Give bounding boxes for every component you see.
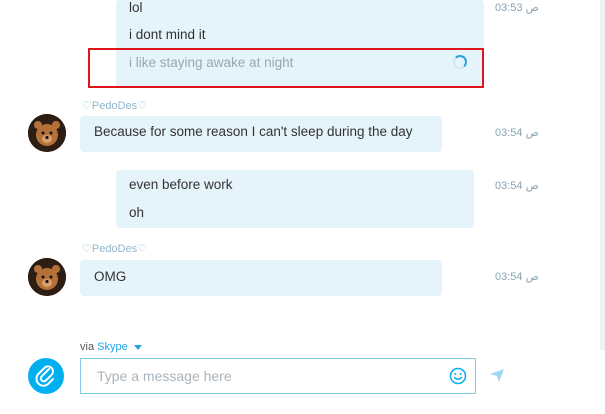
scrollbar[interactable] <box>600 0 605 350</box>
via-label: via <box>80 341 95 353</box>
message-text[interactable]: OMG <box>94 269 126 284</box>
send-icon <box>490 369 504 382</box>
paperclip-icon <box>35 365 54 387</box>
sender-name: ♡PedoDes♡ <box>82 100 147 112</box>
via-service-link[interactable]: Skype <box>97 341 128 353</box>
message-timestamp: 03:54 ص <box>495 127 539 139</box>
chevron-down-icon[interactable] <box>133 344 142 350</box>
message-timestamp: 03:54 ص <box>495 180 539 192</box>
incoming-message-bubble <box>80 260 442 296</box>
message-timestamp: 03:53 ص <box>495 2 539 14</box>
message-input-box[interactable] <box>80 358 476 394</box>
emoticon-button[interactable] <box>449 367 467 385</box>
message-text[interactable]: Because for some reason I can't sleep du… <box>94 124 413 139</box>
sender-name: ♡PedoDes♡ <box>82 243 147 255</box>
smiley-icon <box>449 367 467 385</box>
via-selector[interactable]: via Skype <box>80 341 142 353</box>
message-text[interactable]: oh <box>129 205 144 220</box>
message-text[interactable]: lol <box>129 0 143 15</box>
send-button[interactable] <box>488 366 506 384</box>
message-text[interactable]: even before work <box>129 177 233 192</box>
message-timestamp: 03:54 ص <box>495 271 539 283</box>
message-text[interactable]: i dont mind it <box>129 27 206 42</box>
avatar[interactable] <box>28 114 66 152</box>
attach-button[interactable] <box>28 358 64 394</box>
avatar[interactable] <box>28 258 66 296</box>
highlight-box <box>88 48 484 88</box>
message-input[interactable] <box>95 367 439 385</box>
